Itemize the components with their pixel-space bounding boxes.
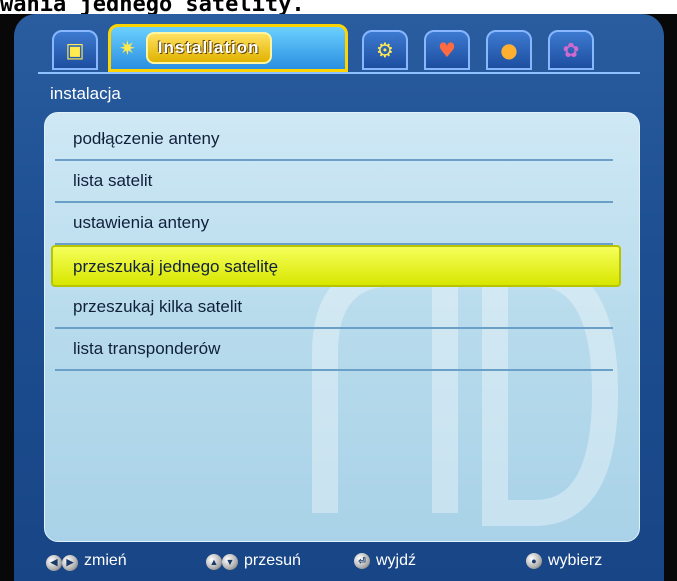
installation-menu: podłączenie anteny lista satelit ustawie…: [51, 119, 621, 371]
section-title: instalacja: [50, 84, 121, 103]
tab-divider: [38, 72, 640, 74]
tv-icon: ▣: [65, 38, 85, 62]
hint-exit-label: wyjdź: [376, 552, 417, 569]
menu-panel: podłączenie anteny lista satelit ustawie…: [44, 112, 640, 542]
tv-screen: ▣ ✷ Installation ⚙ ♥ ● ✿ instalacja podł…: [0, 14, 677, 581]
hint-change-label: zmień: [84, 552, 127, 570]
up-down-keys-icon: ▲ ▼: [206, 552, 238, 570]
hint-select-label: wybierz: [548, 552, 603, 569]
menu-item-antenna-settings[interactable]: ustawienia anteny: [55, 203, 613, 245]
tab-installation-label: Installation: [145, 32, 272, 64]
exit-key-icon: ⏎: [354, 553, 370, 569]
menu-item-satellite-list[interactable]: lista satelit: [55, 161, 613, 203]
left-right-keys-icon: ◀ ▶: [46, 552, 78, 571]
tab-settings[interactable]: ⚙: [362, 30, 408, 70]
satellite-dish-icon: ✷: [119, 36, 136, 60]
menu-frame: ▣ ✷ Installation ⚙ ♥ ● ✿ instalacja podł…: [14, 14, 664, 581]
tools-icon: ⚙: [376, 38, 394, 62]
hint-exit: ⏎ wyjdź: [354, 552, 416, 570]
ok-key-icon: ●: [526, 553, 542, 569]
menu-item-scan-multiple-satellites[interactable]: przeszukaj kilka satelit: [55, 287, 613, 329]
hint-move: ▲ ▼ przesuń: [206, 552, 301, 570]
tab-games[interactable]: ●: [486, 30, 532, 70]
menu-item-scan-single-satellite[interactable]: przeszukaj jednego satelitę: [51, 245, 621, 287]
gear-icon: ✿: [562, 38, 580, 62]
footer-hints: ◀ ▶ zmień ▲ ▼ przesuń ⏎ wyjdź ● wybierz: [36, 548, 646, 578]
ball-icon: ●: [500, 38, 518, 62]
menu-item-antenna-connection[interactable]: podłączenie anteny: [55, 119, 613, 161]
tab-favorites[interactable]: ♥: [424, 30, 470, 70]
hint-select: ● wybierz: [526, 552, 602, 570]
tab-system[interactable]: ✿: [548, 30, 594, 70]
heart-icon: ♥: [438, 38, 456, 62]
hint-change: ◀ ▶ zmień: [46, 552, 127, 571]
tab-bar: ▣ ✷ Installation ⚙ ♥ ● ✿: [52, 22, 642, 72]
tab-installation[interactable]: ✷ Installation: [108, 24, 348, 72]
hint-move-label: przesuń: [244, 552, 301, 569]
menu-item-transponder-list[interactable]: lista transponderów: [55, 329, 613, 371]
tab-tv[interactable]: ▣: [52, 30, 98, 70]
